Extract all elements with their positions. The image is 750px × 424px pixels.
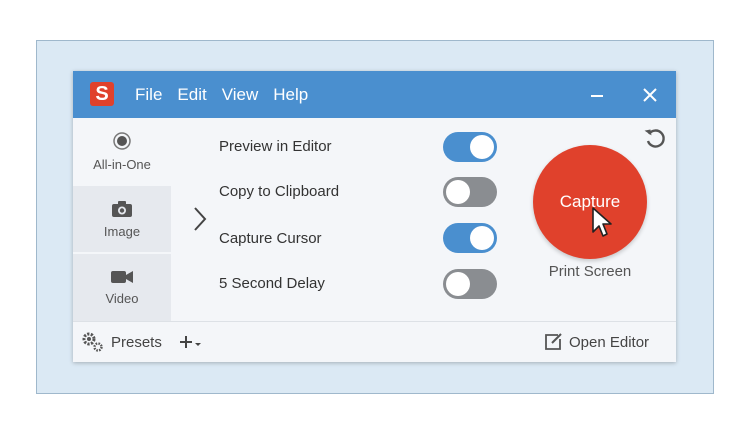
option-label-5-second-delay: 5 Second Delay xyxy=(219,275,325,292)
menu-file[interactable]: File xyxy=(135,85,162,105)
toggle-copy-to-clipboard[interactable] xyxy=(443,177,497,207)
camera-icon xyxy=(112,200,132,217)
minimize-icon xyxy=(591,94,603,97)
option-label-capture-cursor: Capture Cursor xyxy=(219,230,322,247)
reset-icon[interactable] xyxy=(643,126,667,150)
caret-down-icon xyxy=(195,343,201,346)
toggle-capture-cursor[interactable] xyxy=(443,223,497,253)
menu-bar: File Edit View Help xyxy=(135,71,323,118)
toggle-knob xyxy=(446,272,470,296)
capture-hotkey: Print Screen xyxy=(548,263,632,280)
capture-window: S File Edit View Help All-in-One Image V… xyxy=(73,71,676,362)
presets-button[interactable]: Presets xyxy=(81,322,162,362)
plus-icon xyxy=(180,336,192,348)
gear-icon xyxy=(82,332,103,352)
edit-icon xyxy=(545,333,562,350)
capture-mode-sidebar: All-in-One Image Video xyxy=(73,118,171,321)
option-label-preview-in-editor: Preview in Editor xyxy=(219,138,332,155)
sidebar-item-image[interactable]: Image xyxy=(73,186,171,252)
mouse-pointer-icon xyxy=(592,207,612,237)
sidebar-item-all-in-one[interactable]: All-in-One xyxy=(73,118,171,184)
radio-dot-icon xyxy=(113,131,131,150)
footer-bar: Presets Open Editor xyxy=(73,321,676,362)
toggle-knob xyxy=(470,226,494,250)
add-preset-button[interactable] xyxy=(179,322,203,362)
close-button[interactable] xyxy=(635,71,665,118)
chevron-right-icon[interactable] xyxy=(193,206,207,232)
sidebar-item-label: All-in-One xyxy=(93,156,151,172)
open-editor-button[interactable]: Open Editor xyxy=(543,322,649,362)
toggle-knob xyxy=(446,180,470,204)
menu-help[interactable]: Help xyxy=(273,85,308,105)
sidebar-item-label: Video xyxy=(105,291,139,306)
minimize-button[interactable] xyxy=(582,71,612,118)
sidebar-item-video[interactable]: Video xyxy=(73,254,171,321)
title-bar: S File Edit View Help xyxy=(73,71,676,118)
open-editor-label: Open Editor xyxy=(569,333,650,351)
toggle-preview-in-editor[interactable] xyxy=(443,132,497,162)
close-icon xyxy=(643,87,657,102)
app-logo: S xyxy=(90,82,114,106)
toggle-5-second-delay[interactable] xyxy=(443,269,497,299)
option-label-copy-to-clipboard: Copy to Clipboard xyxy=(219,183,340,200)
presets-label: Presets xyxy=(111,333,162,351)
toggle-knob xyxy=(470,135,494,159)
menu-view[interactable]: View xyxy=(222,85,259,105)
video-camera-icon xyxy=(111,271,133,283)
menu-edit[interactable]: Edit xyxy=(177,85,206,105)
sidebar-item-label: Image xyxy=(103,223,141,239)
capture-button[interactable]: Capture xyxy=(533,145,647,259)
